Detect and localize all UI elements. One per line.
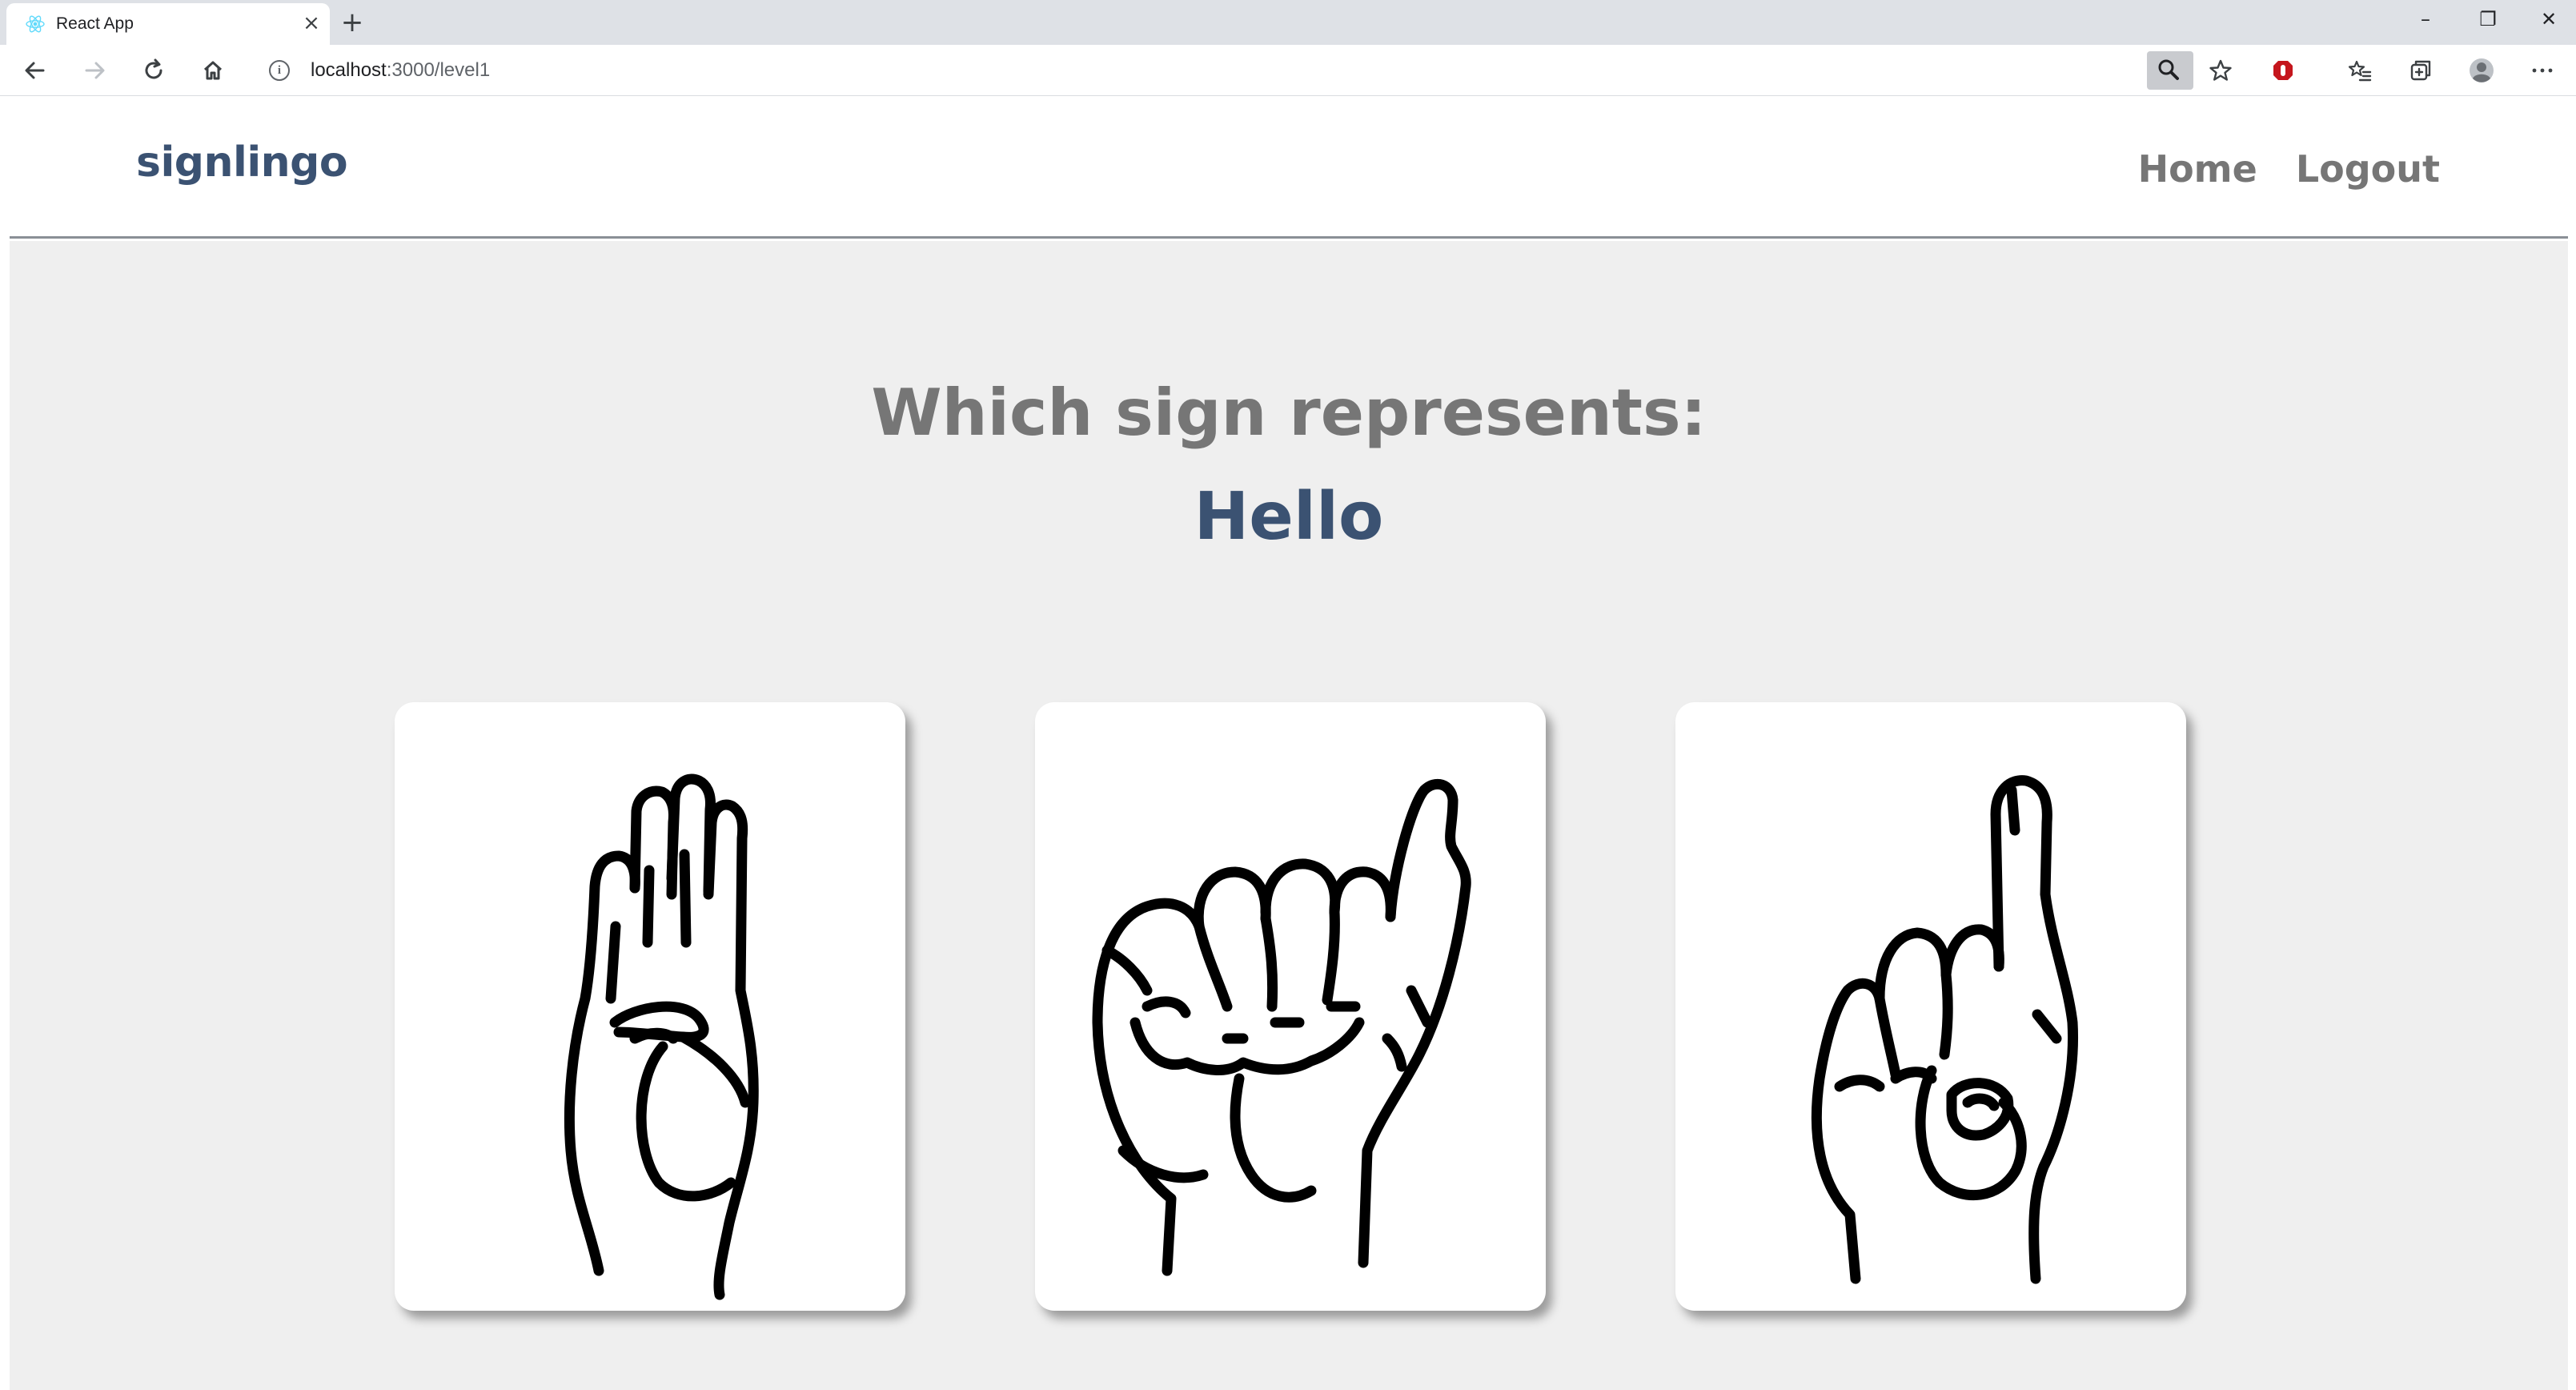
page-viewport: signlingo Home Logout Which sign represe…: [10, 96, 2568, 1390]
home-icon[interactable]: [195, 53, 231, 88]
answer-option-1[interactable]: [395, 702, 905, 1311]
zoom-icon[interactable]: [2147, 51, 2193, 90]
url-text[interactable]: localhost:3000/level1: [311, 59, 490, 82]
new-tab-button[interactable]: +: [336, 6, 368, 38]
app-navbar: signlingo Home Logout: [10, 96, 2568, 239]
hand-sign-d-icon: [1811, 775, 2078, 1284]
url-path: :3000/level1: [386, 59, 491, 81]
forward-icon[interactable]: [77, 53, 112, 88]
browser-tab-strip: React App × + – ❐ ✕: [0, 0, 2576, 45]
star-icon[interactable]: [2203, 53, 2238, 88]
restore-button[interactable]: ❐: [2464, 3, 2512, 35]
target-word: Hello: [1194, 479, 1384, 555]
favorites-icon[interactable]: [2342, 53, 2377, 88]
react-favicon-icon: [26, 15, 45, 33]
hand-sign-b-icon: [564, 773, 759, 1300]
question-prompt: Which sign represents:: [871, 376, 1707, 450]
answer-option-3[interactable]: [1675, 702, 2186, 1311]
url-host: localhost: [311, 59, 387, 81]
answer-option-2[interactable]: [1035, 702, 1546, 1311]
tab-title: React App: [56, 14, 134, 33]
address-bar[interactable]: i localhost:3000/level1: [255, 50, 2200, 91]
quiz-area: Which sign represents: Hello: [10, 241, 2568, 1390]
hand-sign-a-icon: [1092, 778, 1471, 1276]
browser-tab[interactable]: React App ×: [6, 3, 330, 45]
browser-toolbar: i localhost:3000/level1: [0, 45, 2576, 96]
tab-close-icon[interactable]: ×: [299, 11, 323, 35]
nav-logout-link[interactable]: Logout: [2296, 141, 2440, 197]
profile-icon[interactable]: [2464, 53, 2499, 88]
reload-icon[interactable]: [136, 53, 171, 88]
minimize-button[interactable]: –: [2401, 3, 2450, 35]
close-window-button[interactable]: ✕: [2525, 3, 2573, 35]
info-icon[interactable]: i: [269, 60, 290, 81]
nav-links: Home Logout: [2138, 141, 2440, 197]
back-icon[interactable]: [18, 53, 53, 88]
adblock-icon[interactable]: [2265, 53, 2301, 88]
collections-icon[interactable]: [2403, 53, 2438, 88]
brand-logo[interactable]: signlingo: [136, 135, 348, 191]
nav-home-link[interactable]: Home: [2138, 141, 2257, 197]
more-icon[interactable]: [2525, 53, 2560, 88]
